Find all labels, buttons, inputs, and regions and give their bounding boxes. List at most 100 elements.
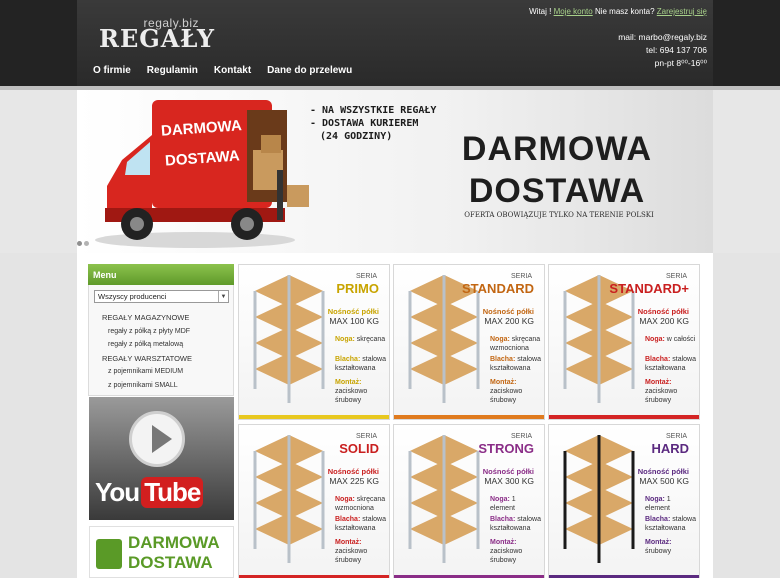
product-spec-label: Montaż:: [490, 379, 517, 386]
subcategory-link[interactable]: z pojemnikami SMALL: [108, 379, 233, 393]
product-series-label: SERIA: [355, 273, 377, 280]
product-color-bar: [239, 415, 389, 419]
main-nav: O firmie Regulamin Kontakt Dane do przel…: [93, 65, 368, 79]
slider-dot[interactable]: [77, 241, 82, 246]
producer-select-value: Wszyscy producenci: [98, 292, 167, 301]
subcategory-link[interactable]: regały z półką z płyty MDF: [108, 325, 233, 339]
product-name[interactable]: SOLID: [339, 441, 379, 456]
chevron-down-icon[interactable]: ▼: [218, 291, 228, 302]
product-spec: Montaż: zaciskowo śrubowy: [335, 538, 387, 565]
product-spec-label: Blacha:: [335, 516, 361, 523]
banner-bullet: - DOSTAWA KURIEREM: [310, 118, 419, 129]
product-spec-label: Montaż:: [335, 539, 362, 546]
product-load-value: MAX 225 KG: [329, 476, 379, 486]
product-load-value: MAX 500 KG: [639, 476, 689, 486]
product-load-value: MAX 100 KG: [329, 316, 379, 326]
product-spec-label: Blacha:: [490, 356, 516, 363]
free-delivery-banner[interactable]: DARMOWA DOSTAWA: [89, 526, 234, 578]
slider-dot[interactable]: [84, 241, 89, 246]
shelf-image: [563, 435, 635, 563]
product-spec-value: śrubowy: [645, 548, 672, 555]
subcategory-link[interactable]: regały z półką metalową: [108, 338, 233, 352]
product-spec-label: Montaż:: [645, 539, 672, 546]
product-name[interactable]: STANDARD+: [609, 281, 689, 296]
product-spec: Blacha: stalowa kształtowana: [490, 515, 542, 533]
category-menu: Wszyscy producenci ▼ REGAŁY MAGAZYNOWE r…: [88, 285, 234, 396]
product-spec: Blacha: stalowa kształtowana: [645, 515, 697, 533]
youtube-banner[interactable]: You Tube: [89, 397, 234, 520]
product-load-value: MAX 200 KG: [484, 316, 534, 326]
product-spec: Blacha: stalowa kształtowana: [335, 355, 387, 373]
free-delivery-text-2: DOSTAWA: [128, 553, 213, 572]
product-load-label: Nośność półki: [327, 467, 379, 476]
promo-banner[interactable]: DARMOWA DOSTAWA - NA WSZYSTKIE REGAŁY - …: [77, 90, 713, 253]
product-series-label: SERIA: [355, 433, 377, 440]
product-spec: Noga: skręcana: [335, 335, 387, 344]
product-spec-label: Montaż:: [490, 539, 517, 546]
free-delivery-text-1: DARMOWA: [128, 533, 220, 552]
banner-note: OFERTA OBOWIĄZUJE TYLKO NA TERENIE POLSK…: [464, 211, 654, 219]
product-spec: Montaż: zaciskowo śrubowy: [490, 378, 542, 405]
product-card[interactable]: SERIA STANDARD Nośność półki MAX 200 KG Noga…: [393, 264, 545, 420]
subcategory-link[interactable]: z pojemnikami MEDIUM: [108, 365, 233, 379]
product-name[interactable]: HARD: [651, 441, 689, 456]
shelf-image: [408, 435, 480, 563]
product-load-label: Nośność półki: [637, 467, 689, 476]
nav-terms[interactable]: Regulamin: [147, 65, 198, 79]
delivery-truck-icon: [96, 539, 122, 569]
register-link[interactable]: Zarejestruj się: [657, 7, 707, 16]
product-load-label: Nośność półki: [637, 307, 689, 316]
product-series-label: SERIA: [510, 433, 532, 440]
my-account-link[interactable]: Moje konto: [554, 7, 593, 16]
product-spec: Noga: w całości: [645, 335, 697, 344]
product-spec: Noga: 1 element: [490, 495, 542, 513]
product-spec: Montaż: zaciskowo śrubowy: [645, 378, 697, 405]
contact-phone: tel: 694 137 706: [646, 45, 707, 55]
product-name[interactable]: STANDARD: [462, 281, 534, 296]
category-link[interactable]: REGAŁY MAGAZYNOWE: [102, 311, 233, 325]
product-spec-label: Noga:: [335, 496, 355, 503]
logo-title: REGAŁY: [99, 24, 215, 53]
banner-headline-1: DARMOWA: [461, 130, 653, 168]
product-card[interactable]: SERIA PRIMO Nośność półki MAX 100 KG Noga: s…: [238, 264, 390, 420]
product-spec-value: skręcana: [356, 336, 386, 343]
contact-hours: pn-pt 8⁰⁰-16⁰⁰: [654, 58, 707, 68]
product-name[interactable]: PRIMO: [336, 281, 379, 296]
product-load-value: MAX 300 KG: [484, 476, 534, 486]
product-load-label: Nośność półki: [327, 307, 379, 316]
product-name[interactable]: STRONG: [478, 441, 534, 456]
site-logo[interactable]: regaly.biz REGAŁY: [99, 12, 214, 53]
product-card[interactable]: SERIA SOLID Nośność półki MAX 225 KG Noga: s…: [238, 424, 390, 578]
product-card[interactable]: SERIA STANDARD+ Nośność półki MAX 200 KG Nog…: [548, 264, 700, 420]
product-spec-label: Blacha:: [490, 516, 516, 523]
product-spec-label: Blacha:: [645, 356, 671, 363]
product-spec: Blacha: stalowa kształtowana: [490, 355, 542, 373]
product-series-label: SERIA: [510, 273, 532, 280]
site-header: regaly.biz REGAŁY Witaj ! Moje konto Nie…: [77, 0, 713, 86]
product-card[interactable]: SERIA STRONG Nośność półki MAX 300 KG Noga: …: [393, 424, 545, 578]
banner-headline-2: DOSTAWA: [468, 172, 646, 210]
youtube-logo: You Tube: [95, 477, 204, 508]
shelf-image: [253, 275, 325, 403]
product-spec-value: zaciskowo śrubowy: [645, 388, 678, 404]
category-link[interactable]: REGAŁY WARSZTATOWE: [102, 352, 233, 366]
product-spec: Blacha: stalowa kształtowana: [335, 515, 387, 533]
nav-about[interactable]: O firmie: [93, 65, 131, 79]
product-spec-label: Blacha:: [645, 516, 671, 523]
producer-select[interactable]: Wszyscy producenci ▼: [94, 290, 229, 303]
product-card[interactable]: SERIA HARD Nośność półki MAX 500 KG Noga: 1 …: [548, 424, 700, 578]
product-spec: Montaż: zaciskowo śrubowy: [490, 538, 542, 565]
product-spec-value: zaciskowo śrubowy: [335, 548, 368, 564]
contact-mail: mail: marbo@regaly.biz: [618, 32, 707, 42]
product-spec-label: Noga:: [490, 496, 510, 503]
youtube-logo-you: You: [95, 477, 140, 507]
menu-title: Menu: [88, 264, 234, 285]
sidebar: Menu Wszyscy producenci ▼ REGAŁY MAGAZYN…: [88, 264, 234, 578]
no-account-text: Nie masz konta?: [592, 7, 657, 16]
product-spec-value: zaciskowo śrubowy: [490, 388, 523, 404]
nav-contact[interactable]: Kontakt: [214, 65, 251, 79]
product-spec: Montaż: śrubowy: [645, 538, 697, 556]
product-spec-label: Noga:: [645, 336, 665, 343]
product-spec-label: Montaż:: [645, 379, 672, 386]
nav-payment[interactable]: Dane do przelewu: [267, 65, 352, 79]
